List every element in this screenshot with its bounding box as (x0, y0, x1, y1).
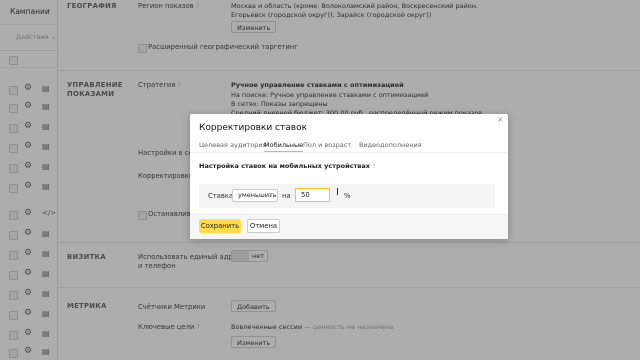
bid-adjustment-row: Ставка уменьшить ⌄ на 50 I % (199, 184, 495, 208)
tab-target-audience[interactable]: Целевая аудитория (199, 141, 267, 149)
tabs-divider (190, 152, 508, 153)
modal-footer: Сохранить Отмена (190, 214, 508, 239)
cancel-button[interactable]: Отмена (247, 219, 280, 233)
modal-title: Корректировки ставок (199, 123, 308, 133)
save-button[interactable]: Сохранить (199, 219, 241, 233)
chevron-down-icon: ⌄ (267, 191, 273, 199)
mobile-settings-title-text: Настройка ставок на мобильных устройства… (199, 162, 370, 170)
help-icon[interactable]: ? (372, 163, 375, 170)
rate-label: Ставка (208, 192, 234, 200)
tab-video-additions[interactable]: Видеодополнения (359, 141, 422, 149)
bid-adjustments-modal: Корректировки ставок × Целевая аудитория… (190, 114, 508, 239)
adjustment-value-input[interactable]: 50 (295, 188, 330, 202)
mobile-settings-title: Настройка ставок на мобильных устройства… (199, 162, 375, 170)
na-label: на (282, 192, 291, 200)
tab-gender-age[interactable]: Пол и возраст (303, 141, 351, 149)
direction-select[interactable]: уменьшить ⌄ (232, 189, 278, 202)
text-cursor-icon: I (336, 187, 339, 198)
percent-label: % (344, 192, 351, 200)
close-icon[interactable]: × (497, 115, 504, 124)
tab-mobile[interactable]: Мобильные (264, 141, 304, 152)
